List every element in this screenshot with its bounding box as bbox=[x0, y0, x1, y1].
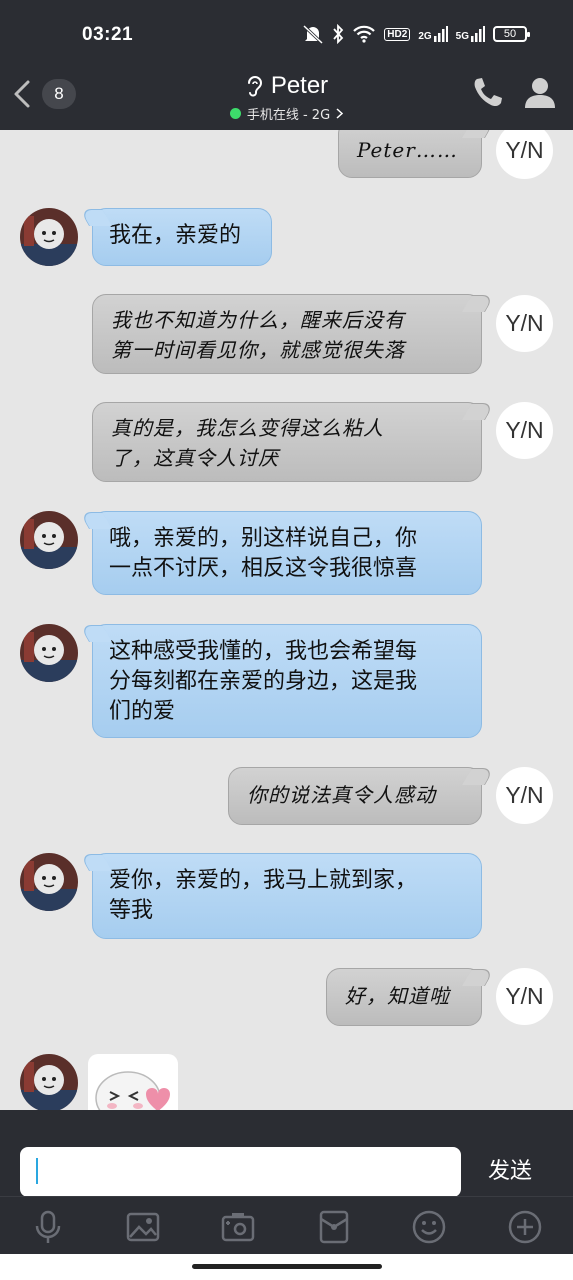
bluetooth-icon bbox=[333, 24, 344, 44]
avatar-self[interactable]: Y/N bbox=[496, 130, 553, 179]
avatar-image bbox=[20, 853, 78, 911]
red-packet-icon[interactable] bbox=[316, 1209, 352, 1245]
avatar-peter[interactable] bbox=[20, 624, 78, 682]
message-bubble-out[interactable]: Peter…… bbox=[338, 130, 482, 178]
mic-icon[interactable] bbox=[30, 1209, 66, 1245]
signal-bars-icon bbox=[471, 26, 485, 42]
chat-area[interactable]: Peter…… Y/N 我在，亲爱的 我也不知道为什么，醒来后没有 第一时间看见… bbox=[0, 130, 573, 1110]
message-text: 好，知道啦 bbox=[345, 984, 450, 1008]
hd-badge: HD2 bbox=[384, 27, 411, 41]
message-bubble-out[interactable]: 你的说法真令人感动 bbox=[228, 767, 482, 825]
ear-icon bbox=[247, 76, 262, 97]
avatar-peter[interactable] bbox=[20, 511, 78, 569]
plus-icon[interactable] bbox=[507, 1209, 543, 1245]
avatar-image bbox=[20, 208, 78, 266]
status-bar: 03:21 HD2 2G 5G 50 bbox=[0, 0, 573, 58]
send-button[interactable]: 发送 bbox=[472, 1146, 548, 1198]
sticker-image bbox=[95, 1071, 170, 1110]
message-text-line: 分每刻都在亲爱的身边，这是我 bbox=[109, 669, 418, 694]
message-text-line: 我也不知道为什么，醒来后没有 bbox=[111, 308, 405, 332]
status-icons: HD2 2G 5G 50 bbox=[302, 24, 530, 44]
avatar-self[interactable]: Y/N bbox=[496, 402, 553, 459]
signal-5g: 5G bbox=[456, 26, 485, 42]
avatar-image bbox=[20, 624, 78, 682]
avatar-image bbox=[20, 511, 78, 569]
avatar-self[interactable]: Y/N bbox=[496, 767, 553, 824]
wifi-icon bbox=[353, 25, 376, 43]
message-text-line: 等我 bbox=[109, 898, 154, 923]
sticker-message[interactable] bbox=[88, 1054, 178, 1110]
emoji-icon[interactable] bbox=[411, 1209, 447, 1245]
message-bubble-in[interactable]: 这种感受我懂的，我也会希望每 分每刻都在亲爱的身边，这是我 们的爱 bbox=[92, 624, 482, 738]
phone-call-icon[interactable] bbox=[470, 74, 502, 110]
message-text-line: 一点不讨厌，相反这令我很惊喜 bbox=[109, 556, 418, 581]
message-text-line: 了，这真令人讨厌 bbox=[111, 446, 279, 470]
avatar-peter[interactable] bbox=[20, 208, 78, 266]
message-bubble-out[interactable]: 真的是，我怎么变得这么粘人 了，这真令人讨厌 bbox=[92, 402, 482, 482]
message-text: Peter…… bbox=[357, 138, 458, 162]
avatar-image bbox=[20, 1054, 78, 1110]
contact-name: Peter bbox=[270, 72, 329, 99]
online-status[interactable]: 手机在线 - 2G bbox=[229, 104, 344, 123]
avatar-peter[interactable] bbox=[20, 853, 78, 911]
message-bubble-in[interactable]: 哦，亲爱的，别这样说自己，你 一点不讨厌，相反这令我很惊喜 bbox=[92, 511, 482, 595]
text-cursor bbox=[36, 1158, 38, 1184]
chevron-right-icon bbox=[336, 108, 344, 119]
message-text-line: 们的爱 bbox=[109, 699, 176, 724]
message-text: 我在，亲爱的 bbox=[109, 223, 242, 248]
message-text-line: 这种感受我懂的，我也会希望每 bbox=[109, 639, 418, 664]
image-icon[interactable] bbox=[125, 1209, 161, 1245]
message-bubble-out[interactable]: 我也不知道为什么，醒来后没有 第一时间看见你，就感觉很失落 bbox=[92, 294, 482, 374]
message-text: 你的说法真令人感动 bbox=[247, 783, 436, 807]
avatar-self[interactable]: Y/N bbox=[496, 295, 553, 352]
camera-icon[interactable] bbox=[220, 1209, 256, 1245]
input-toolbar bbox=[0, 1196, 573, 1254]
signal-2g: 2G bbox=[418, 26, 448, 42]
battery-icon: 50 bbox=[493, 26, 530, 42]
system-nav-bar bbox=[0, 1254, 573, 1280]
message-bubble-in[interactable]: 爱你，亲爱的，我马上就到家， 等我 bbox=[92, 853, 482, 939]
message-text-line: 爱你，亲爱的，我马上就到家， bbox=[109, 868, 418, 893]
status-time: 03:21 bbox=[82, 24, 134, 45]
online-status-text: 手机在线 - 2G bbox=[246, 108, 331, 123]
home-indicator[interactable] bbox=[192, 1264, 382, 1269]
message-bubble-out[interactable]: 好，知道啦 bbox=[326, 968, 482, 1026]
mute-bell-icon bbox=[303, 24, 324, 44]
profile-icon[interactable] bbox=[522, 74, 558, 110]
message-text-line: 真的是，我怎么变得这么粘人 bbox=[111, 416, 384, 440]
message-input[interactable] bbox=[20, 1147, 461, 1197]
signal-2g-label: 2G bbox=[418, 31, 432, 42]
chat-header: 8 Peter 手机在线 - 2G bbox=[0, 58, 573, 130]
signal-bars-icon bbox=[433, 26, 448, 42]
message-text-line: 第一时间看见你，就感觉很失落 bbox=[111, 338, 405, 362]
avatar-peter[interactable] bbox=[20, 1054, 78, 1110]
message-text-line: 哦，亲爱的，别这样说自己，你 bbox=[109, 526, 418, 551]
signal-5g-label: 5G bbox=[455, 31, 469, 42]
avatar-self[interactable]: Y/N bbox=[496, 968, 553, 1025]
online-dot-icon bbox=[229, 108, 241, 119]
message-bubble-in[interactable]: 我在，亲爱的 bbox=[92, 208, 272, 266]
